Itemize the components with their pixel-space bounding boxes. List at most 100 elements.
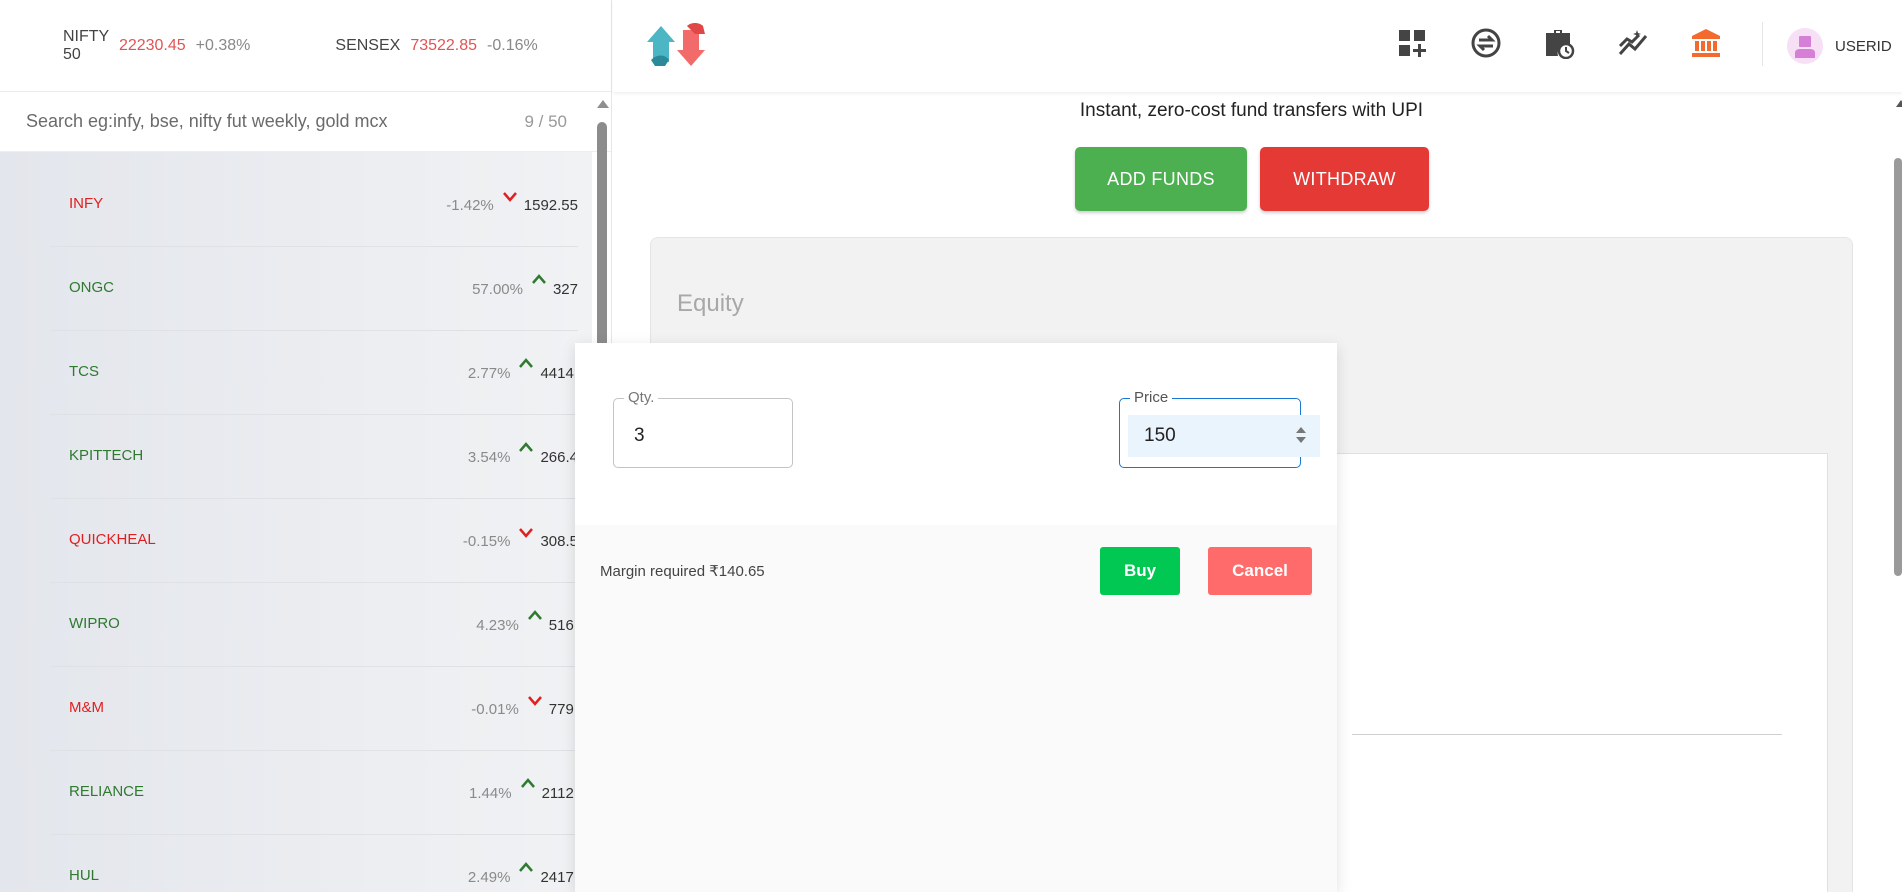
user-id-label[interactable]: USERID (1835, 38, 1892, 55)
stock-change-pct: -0.15% (462, 533, 511, 550)
price-label: Price (1130, 389, 1173, 406)
watchlist-item[interactable]: KPITTECH 3.54% 266.4 (50, 415, 578, 499)
price-stepper-icon[interactable] (1295, 426, 1307, 444)
stock-price: 308.5 (540, 533, 578, 550)
chevron-up-icon (519, 358, 534, 368)
stock-price: 2112. (541, 785, 578, 802)
analytics-icon[interactable] (1616, 26, 1650, 60)
watchlist-count: 9 / 50 (524, 111, 567, 131)
buy-button[interactable]: Buy (1100, 547, 1180, 595)
index-change: -0.16% (487, 36, 538, 54)
chevron-up-icon (532, 274, 546, 284)
page-scroll-thumb[interactable] (1894, 158, 1902, 576)
qty-input[interactable] (634, 425, 764, 447)
order-dialog: Qty. Price Margin required ₹140.65 Buy C… (575, 343, 1337, 892)
stock-price: 516. (548, 617, 578, 634)
stock-quote: 2.49% 2417. (467, 862, 578, 886)
stock-change-pct: 1.44% (469, 785, 512, 802)
chevron-down-icon (502, 192, 517, 202)
order-form: Qty. Price (575, 343, 1337, 525)
stock-quote: 1.44% 2112. (469, 778, 578, 802)
header-divider (1762, 22, 1763, 66)
index-sensex[interactable]: SENSEX 73522.85 -0.16% (335, 37, 537, 55)
stock-name: WIPRO (69, 615, 120, 632)
stock-quote: 3.54% 266.4 (467, 442, 578, 466)
top-header: USERID (613, 0, 1902, 92)
index-change: +0.38% (195, 36, 251, 54)
stock-name: KPITTECH (69, 447, 144, 464)
search-bar: 9 / 50 (0, 92, 611, 152)
stock-name: INFY (69, 195, 104, 212)
stock-name: ONGC (69, 279, 114, 296)
stock-price: 266.4 (540, 449, 578, 466)
stock-quote: -1.42% 1592.55 (446, 192, 578, 214)
index-name: SENSEX (335, 36, 401, 54)
watchlist-item[interactable]: QUICKHEAL -0.15% 308.5 (50, 499, 578, 583)
portfolio-history-icon[interactable] (1542, 26, 1576, 60)
stock-change-pct: 2.49% (467, 869, 511, 886)
brand-logo[interactable] (643, 20, 727, 70)
chevron-up-icon (520, 778, 535, 788)
stock-price: 1592.55 (523, 197, 578, 214)
upi-info-text: Instant, zero-cost fund transfers with U… (1079, 100, 1424, 121)
order-footer: Margin required ₹140.65 Buy Cancel (575, 525, 1337, 892)
watchlist-item[interactable]: M&M -0.01% 779. (50, 667, 578, 751)
stock-quote: 4.23% 516. (476, 610, 578, 634)
watchlist-item[interactable]: TCS 2.77% 4414. (50, 331, 578, 415)
stock-change-pct: -0.01% (471, 701, 519, 718)
watchlist-item[interactable]: ONGC 57.00% 327 (50, 247, 578, 331)
index-value: 73522.85 (410, 36, 478, 54)
user-icon (1795, 36, 1815, 58)
stock-change-pct: 4.23% (476, 617, 519, 634)
watchlist-item[interactable]: INFY -1.42% 1592.55 (50, 163, 578, 247)
watchlist: INFY -1.42% 1592.55 ONGC 57.00% 327 TCS 2.77% 44… (0, 152, 592, 892)
stock-name: M&M (69, 699, 104, 716)
stock-price: 327 (552, 281, 578, 298)
scroll-up-arrow[interactable] (597, 100, 609, 108)
divider (1352, 734, 1782, 735)
page-scroll-up-arrow[interactable] (1896, 100, 1902, 107)
equity-title: Equity (677, 290, 744, 317)
chevron-up-icon (527, 610, 542, 620)
add-funds-button[interactable]: ADD FUNDS (1075, 147, 1247, 211)
stock-name: TCS (69, 363, 99, 380)
cancel-button[interactable]: Cancel (1208, 547, 1312, 595)
watchlist-item[interactable]: RELIANCE 1.44% 2112. (50, 751, 578, 835)
stock-price: 779. (548, 701, 578, 718)
index-nifty[interactable]: NIFTY 50 22230.45 +0.38% (63, 28, 250, 64)
stock-name: QUICKHEAL (69, 531, 156, 548)
price-input[interactable] (1144, 425, 1274, 447)
index-name: NIFTY 50 (63, 27, 109, 63)
margin-required-text: Margin required ₹140.65 (600, 563, 765, 580)
index-value: 22230.45 (118, 36, 186, 54)
stock-name: RELIANCE (69, 783, 145, 800)
stock-change-pct: -1.42% (446, 197, 494, 214)
withdraw-button[interactable]: WITHDRAW (1260, 147, 1429, 211)
stock-quote: 57.00% 327 (472, 274, 578, 298)
stock-change-pct: 3.54% (467, 449, 511, 466)
stock-quote: 2.77% 4414. (467, 358, 578, 382)
watchlist-item[interactable]: WIPRO 4.23% 516. (50, 583, 578, 667)
dashboard-add-icon[interactable] (1395, 26, 1429, 60)
qty-label: Qty. (624, 389, 659, 406)
watchlist-item[interactable]: HUL 2.49% 2417. (50, 835, 578, 892)
stock-price: 4414. (540, 365, 578, 382)
stock-change-pct: 2.77% (467, 365, 511, 382)
avatar[interactable] (1787, 28, 1823, 64)
stock-quote: -0.15% 308.5 (462, 528, 578, 550)
price-field[interactable]: Price (1119, 389, 1320, 468)
funds-bank-icon[interactable] (1689, 26, 1723, 60)
orders-exchange-icon[interactable] (1469, 26, 1503, 60)
stock-price: 2417. (540, 869, 578, 886)
stock-change-pct: 57.00% (472, 281, 523, 298)
chevron-up-icon (519, 862, 534, 872)
qty-field[interactable]: Qty. (613, 389, 793, 468)
chevron-down-icon (519, 528, 534, 538)
app-root: NIFTY 50 22230.45 +0.38% SENSEX 73522.85… (0, 0, 1902, 892)
stock-name: HUL (69, 867, 100, 884)
chevron-down-icon (527, 696, 542, 706)
search-input[interactable] (26, 111, 446, 132)
stock-quote: -0.01% 779. (471, 696, 578, 718)
watchlist-panel: NIFTY 50 22230.45 +0.38% SENSEX 73522.85… (0, 0, 612, 892)
indices-bar: NIFTY 50 22230.45 +0.38% SENSEX 73522.85… (0, 0, 611, 92)
